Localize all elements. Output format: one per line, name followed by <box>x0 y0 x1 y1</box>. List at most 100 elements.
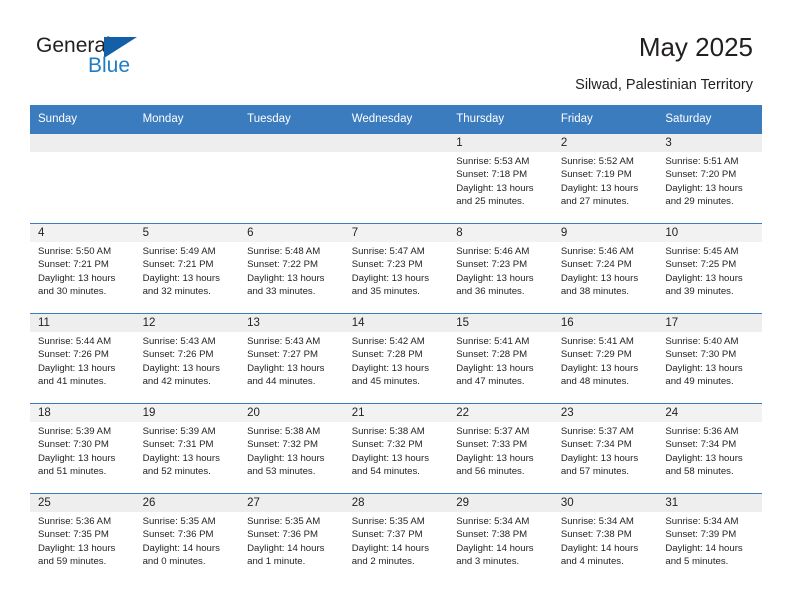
calendar-day-cell[interactable]: 15 Sunrise: 5:41 AM Sunset: 7:28 PM Dayligh… <box>448 313 553 403</box>
sunrise-time: Sunrise: 5:37 AM <box>456 426 530 437</box>
day-number: 22 <box>456 407 470 419</box>
sun-details: Sunrise: 5:38 AM Sunset: 7:32 PM Daylight:… <box>239 422 344 479</box>
calendar-day-cell[interactable]: 16 Sunrise: 5:41 AM Sunset: 7:29 PM Dayligh… <box>552 313 658 403</box>
sun-details: Sunrise: 5:35 AM Sunset: 7:36 PM Daylight:… <box>135 512 240 569</box>
day-number: 24 <box>665 407 679 419</box>
day-cell-inner: 5 Sunrise: 5:49 AM Sunset: 7:21 PM Daylight… <box>134 223 240 313</box>
calendar-day-cell-empty <box>239 133 344 223</box>
daylight-duration-line2: and 48 minutes. <box>560 376 630 388</box>
calendar-week-row: 1 Sunrise: 5:53 AM Sunset: 7:18 PM Daylight… <box>30 133 762 223</box>
calendar-day-cell[interactable]: 18 Sunrise: 5:39 AM Sunset: 7:30 PM Dayligh… <box>30 403 135 493</box>
day-number: 17 <box>665 317 679 329</box>
day-cell-inner: 12 Sunrise: 5:43 AM Sunset: 7:26 PM Dayligh… <box>134 313 240 403</box>
calendar-day-cell-empty <box>134 133 240 223</box>
calendar-day-cell[interactable]: 3 Sunrise: 5:51 AM Sunset: 7:20 PM Daylight… <box>657 133 762 223</box>
daylight-duration-line1: Daylight: 13 hours <box>38 272 116 284</box>
daylight-duration-line2: and 54 minutes. <box>351 466 420 478</box>
calendar-day-cell[interactable]: 30 Sunrise: 5:34 AM Sunset: 7:38 PM Dayligh… <box>552 493 658 583</box>
calendar-day-cell[interactable]: 21 Sunrise: 5:38 AM Sunset: 7:32 PM Dayligh… <box>343 403 449 493</box>
sunset-time: Sunset: 7:34 PM <box>665 439 737 451</box>
calendar-day-cell[interactable]: 24 Sunrise: 5:36 AM Sunset: 7:34 PM Dayligh… <box>657 403 762 493</box>
sunset-time: Sunset: 7:24 PM <box>560 259 632 271</box>
calendar-day-cell[interactable]: 2 Sunrise: 5:52 AM Sunset: 7:19 PM Daylight… <box>552 133 658 223</box>
sunrise-time: Sunrise: 5:39 AM <box>142 426 216 437</box>
daylight-duration-line1: Daylight: 14 hours <box>142 542 220 554</box>
sun-details: Sunrise: 5:39 AM Sunset: 7:30 PM Daylight:… <box>30 422 135 479</box>
calendar-day-cell[interactable]: 4 Sunrise: 5:50 AM Sunset: 7:21 PM Daylight… <box>30 223 135 313</box>
day-number: 9 <box>560 227 568 239</box>
calendar-day-cell[interactable]: 5 Sunrise: 5:49 AM Sunset: 7:21 PM Daylight… <box>134 223 240 313</box>
calendar-day-cell[interactable]: 28 Sunrise: 5:35 AM Sunset: 7:37 PM Dayligh… <box>343 493 449 583</box>
daylight-duration-line1: Daylight: 13 hours <box>456 182 534 194</box>
sunrise-time: Sunrise: 5:49 AM <box>142 246 216 257</box>
sunset-time: Sunset: 7:18 PM <box>456 169 528 181</box>
sun-details: Sunrise: 5:41 AM Sunset: 7:28 PM Daylight:… <box>448 332 553 389</box>
day-number: 1 <box>456 137 463 149</box>
sunset-time: Sunset: 7:32 PM <box>247 439 319 451</box>
sun-details: Sunrise: 5:51 AM Sunset: 7:20 PM Daylight:… <box>657 152 762 209</box>
sun-details: Sunrise: 5:36 AM Sunset: 7:34 PM Daylight:… <box>657 422 762 479</box>
calendar-day-cell[interactable]: 9 Sunrise: 5:46 AM Sunset: 7:24 PM Daylight… <box>552 223 658 313</box>
sunrise-time: Sunrise: 5:46 AM <box>560 246 634 257</box>
day-number: 6 <box>247 227 254 239</box>
daylight-duration-line2: and 25 minutes. <box>456 196 525 208</box>
calendar-day-cell[interactable]: 7 Sunrise: 5:47 AM Sunset: 7:23 PM Daylight… <box>343 223 449 313</box>
calendar-day-cell[interactable]: 14 Sunrise: 5:42 AM Sunset: 7:28 PM Dayligh… <box>343 313 449 403</box>
daylight-duration-line1: Daylight: 14 hours <box>247 542 325 554</box>
calendar-day-cell[interactable]: 8 Sunrise: 5:46 AM Sunset: 7:23 PM Daylight… <box>448 223 553 313</box>
weekday-header-sunday: Sunday <box>30 105 135 133</box>
sunrise-time: Sunrise: 5:41 AM <box>456 336 530 347</box>
sunset-time: Sunset: 7:30 PM <box>38 439 109 451</box>
daylight-duration-line1: Daylight: 13 hours <box>560 182 639 194</box>
month-calendar-table: Sunday Monday Tuesday Wednesday Thursday… <box>30 105 762 583</box>
daylight-duration-line2: and 2 minutes. <box>351 556 415 568</box>
daylight-duration-line2: and 27 minutes. <box>560 196 630 208</box>
general-blue-logo: General Blue <box>36 34 176 82</box>
sun-details: Sunrise: 5:49 AM Sunset: 7:21 PM Daylight:… <box>135 242 240 299</box>
calendar-day-cell[interactable]: 29 Sunrise: 5:34 AM Sunset: 7:38 PM Dayligh… <box>448 493 553 583</box>
calendar-day-cell[interactable]: 23 Sunrise: 5:37 AM Sunset: 7:34 PM Dayligh… <box>552 403 658 493</box>
calendar-day-cell[interactable]: 11 Sunrise: 5:44 AM Sunset: 7:26 PM Dayligh… <box>30 313 135 403</box>
day-number: 29 <box>456 497 470 509</box>
calendar-body: 1 Sunrise: 5:53 AM Sunset: 7:18 PM Daylight… <box>30 133 762 583</box>
calendar-day-cell[interactable]: 17 Sunrise: 5:40 AM Sunset: 7:30 PM Dayligh… <box>657 313 762 403</box>
day-cell-inner: 29 Sunrise: 5:34 AM Sunset: 7:38 PM Dayligh… <box>448 493 553 583</box>
day-number: 31 <box>665 497 679 509</box>
weekday-header-thursday: Thursday <box>448 105 553 133</box>
calendar-day-cell[interactable]: 31 Sunrise: 5:34 AM Sunset: 7:39 PM Dayligh… <box>657 493 762 583</box>
calendar-day-cell[interactable]: 10 Sunrise: 5:45 AM Sunset: 7:25 PM Dayligh… <box>657 223 762 313</box>
sunset-time: Sunset: 7:22 PM <box>247 259 319 271</box>
calendar-day-cell[interactable]: 19 Sunrise: 5:39 AM Sunset: 7:31 PM Dayligh… <box>134 403 240 493</box>
weekday-header-friday: Friday <box>552 105 658 133</box>
calendar-day-cell[interactable]: 22 Sunrise: 5:37 AM Sunset: 7:33 PM Dayligh… <box>448 403 553 493</box>
day-cell-inner: 20 Sunrise: 5:38 AM Sunset: 7:32 PM Dayligh… <box>239 403 344 493</box>
daylight-duration-line2: and 5 minutes. <box>665 556 729 568</box>
daylight-duration-line1: Daylight: 13 hours <box>247 272 325 284</box>
day-number: 11 <box>38 317 50 329</box>
calendar-day-cell[interactable]: 13 Sunrise: 5:43 AM Sunset: 7:27 PM Dayligh… <box>239 313 344 403</box>
day-cell-inner: 23 Sunrise: 5:37 AM Sunset: 7:34 PM Dayligh… <box>552 403 658 493</box>
daylight-duration-line1: Daylight: 14 hours <box>560 542 639 554</box>
calendar-day-cell[interactable]: 12 Sunrise: 5:43 AM Sunset: 7:26 PM Dayligh… <box>134 313 240 403</box>
sunset-time: Sunset: 7:35 PM <box>38 529 109 541</box>
day-cell-inner: 17 Sunrise: 5:40 AM Sunset: 7:30 PM Dayligh… <box>657 313 762 403</box>
sunset-time: Sunset: 7:20 PM <box>665 169 737 181</box>
day-cell-inner: 1 Sunrise: 5:53 AM Sunset: 7:18 PM Daylight… <box>448 133 553 223</box>
calendar-day-cell[interactable]: 6 Sunrise: 5:48 AM Sunset: 7:22 PM Daylight… <box>239 223 344 313</box>
sunset-time: Sunset: 7:39 PM <box>665 529 737 541</box>
calendar-day-cell[interactable]: 26 Sunrise: 5:35 AM Sunset: 7:36 PM Dayligh… <box>134 493 240 583</box>
sun-details: Sunrise: 5:34 AM Sunset: 7:39 PM Daylight:… <box>657 512 762 569</box>
calendar-day-cell[interactable]: 20 Sunrise: 5:38 AM Sunset: 7:32 PM Dayligh… <box>239 403 344 493</box>
calendar-day-cell-empty <box>343 133 449 223</box>
daylight-duration-line2: and 39 minutes. <box>665 286 734 298</box>
day-number: 30 <box>560 497 574 509</box>
day-number: 12 <box>142 317 156 329</box>
calendar-day-cell[interactable]: 27 Sunrise: 5:35 AM Sunset: 7:36 PM Dayligh… <box>239 493 344 583</box>
day-cell-inner: 7 Sunrise: 5:47 AM Sunset: 7:23 PM Daylight… <box>343 223 449 313</box>
sun-details: Sunrise: 5:43 AM Sunset: 7:26 PM Daylight:… <box>135 332 240 389</box>
sun-details: Sunrise: 5:34 AM Sunset: 7:38 PM Daylight:… <box>553 512 658 569</box>
calendar-day-cell[interactable]: 25 Sunrise: 5:36 AM Sunset: 7:35 PM Dayligh… <box>30 493 135 583</box>
day-cell-inner: 9 Sunrise: 5:46 AM Sunset: 7:24 PM Daylight… <box>552 223 658 313</box>
calendar-day-cell[interactable]: 1 Sunrise: 5:53 AM Sunset: 7:18 PM Daylight… <box>448 133 553 223</box>
sun-details: Sunrise: 5:35 AM Sunset: 7:36 PM Daylight:… <box>239 512 344 569</box>
